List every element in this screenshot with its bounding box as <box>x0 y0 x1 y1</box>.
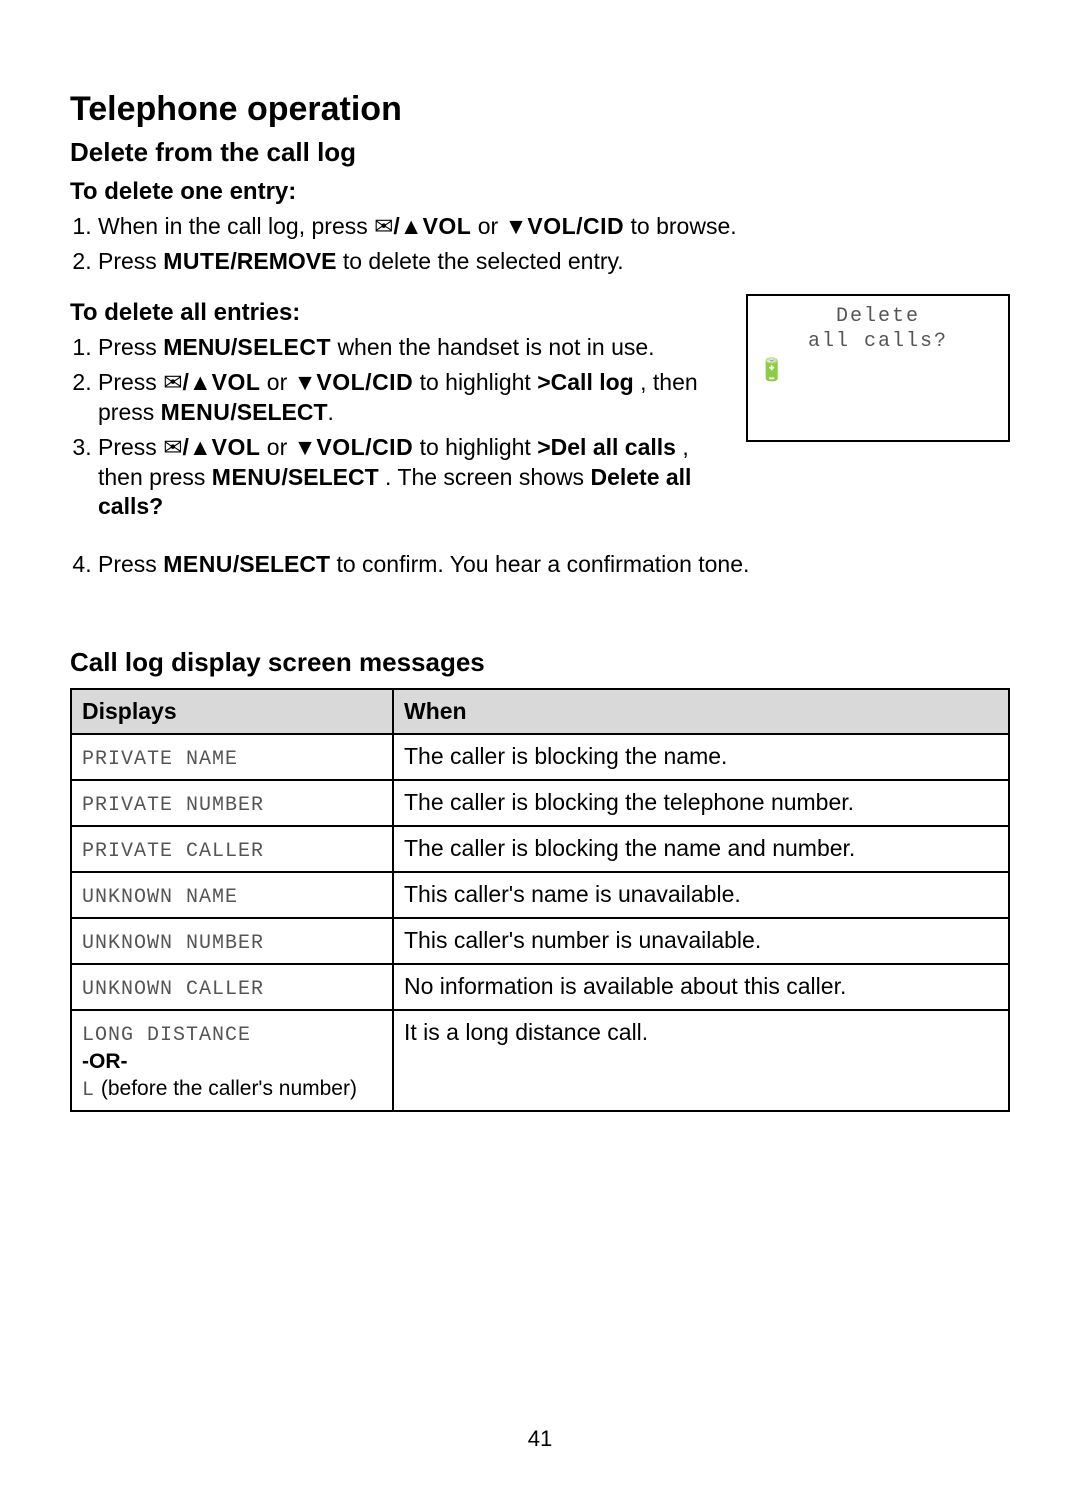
step: When in the call log, press ✉/▲VOL or ▼V… <box>98 212 1010 241</box>
display-value: UNKNOWN CALLER <box>82 978 264 1001</box>
steps-delete-all-cont: Press MENU/SELECT to confirm. You hear a… <box>70 550 1010 579</box>
text: Press <box>98 334 163 360</box>
when-value: This caller's name is unavailable. <box>393 872 1009 918</box>
text: When in the call log, press <box>98 213 374 239</box>
volcid-label: VOL/CID <box>316 434 413 460</box>
messages-table: Displays When PRIVATE NAME The caller is… <box>70 688 1010 1112</box>
key-mute-vol-up: ✉/▲VOL <box>374 213 471 239</box>
text: or <box>478 213 505 239</box>
volcid-label: VOL/CID <box>316 369 413 395</box>
table-row: PRIVATE CALLER The caller is blocking th… <box>71 826 1009 872</box>
key-mute-vol-up: ✉/▲VOL <box>163 369 260 395</box>
text: . The screen shows <box>385 464 590 490</box>
text: Press <box>98 369 163 395</box>
vol-label: VOL <box>212 369 261 395</box>
key-menu-select: MENU <box>163 551 233 577</box>
table-row: UNKNOWN CALLER No information is availab… <box>71 964 1009 1010</box>
key-vol-down-cid: ▼VOL/CID <box>294 369 414 395</box>
key-menu-select: MENU <box>161 399 231 425</box>
key-menu-select: /SELECT <box>230 399 327 425</box>
when-value: The caller is blocking the name. <box>393 734 1009 780</box>
key-mute-vol-up: ✉/▲VOL <box>163 434 260 460</box>
when-value: The caller is blocking the name and numb… <box>393 826 1009 872</box>
text: Press <box>98 248 163 274</box>
section-heading-messages: Call log display screen messages <box>70 647 1010 678</box>
display-value: LONG DISTANCE <box>82 1024 251 1047</box>
table-row: LONG DISTANCE -OR- L (before the caller'… <box>71 1010 1009 1111</box>
key-menu-select: SELECT <box>237 334 331 360</box>
vol-label: VOL <box>212 434 261 460</box>
key-vol-down-cid: ▼VOL/CID <box>294 434 414 460</box>
display-value: PRIVATE NUMBER <box>82 794 264 817</box>
volcid-label: VOL/CID <box>527 213 624 239</box>
display-value: UNKNOWN NUMBER <box>82 932 264 955</box>
text: . <box>328 399 334 425</box>
when-value: It is a long distance call. <box>393 1010 1009 1111</box>
table-row: UNKNOWN NUMBER This caller's number is u… <box>71 918 1009 964</box>
key-menu-select: /SELECT <box>282 464 379 490</box>
l-prefix: L <box>82 1079 95 1102</box>
subheading-delete-one: To delete one entry: <box>70 178 1010 206</box>
text: to delete the selected entry. <box>343 248 624 274</box>
step: Press MENU/SELECT when the handset is no… <box>98 333 718 362</box>
text: or <box>267 434 294 460</box>
l-note: (before the caller's number) <box>95 1077 357 1100</box>
subheading-delete-all: To delete all entries: <box>70 299 718 327</box>
step: Press ✉/▲VOL or ▼VOL/CID to highlight >C… <box>98 368 718 427</box>
or-text: -OR- <box>82 1050 128 1073</box>
page-title: Telephone operation <box>70 90 1010 129</box>
steps-delete-all: Press MENU/SELECT when the handset is no… <box>70 333 718 522</box>
when-value: This caller's number is unavailable. <box>393 918 1009 964</box>
key-menu-select: MENU <box>212 464 282 490</box>
key-menu-select: /SELECT <box>233 551 330 577</box>
text: when the handset is not in use. <box>337 334 654 360</box>
text: to highlight <box>420 369 538 395</box>
page-number: 41 <box>0 1426 1080 1452</box>
vol-label: VOL <box>423 213 472 239</box>
when-value: No information is available about this c… <box>393 964 1009 1010</box>
display-value: UNKNOWN NAME <box>82 886 238 909</box>
table-row: PRIVATE NUMBER The caller is blocking th… <box>71 780 1009 826</box>
text: Press <box>98 434 163 460</box>
manual-page: Telephone operation Delete from the call… <box>0 0 1080 1112</box>
step: Press MENU/SELECT to confirm. You hear a… <box>98 550 1010 579</box>
key-mute-remove: /REMOVE <box>230 248 336 274</box>
text: or <box>267 369 294 395</box>
lcd-line2: all calls? <box>758 329 998 354</box>
key-vol-down-cid: ▼VOL/CID <box>505 213 625 239</box>
highlight-target: >Del all calls <box>537 434 676 460</box>
display-value: PRIVATE NAME <box>82 748 238 771</box>
display-value: PRIVATE CALLER <box>82 840 264 863</box>
steps-delete-one: When in the call log, press ✉/▲VOL or ▼V… <box>70 212 1010 277</box>
text: to confirm. You hear a confirmation tone… <box>336 551 749 577</box>
table-row: PRIVATE NAME The caller is blocking the … <box>71 734 1009 780</box>
step: Press MUTE/REMOVE to delete the selected… <box>98 247 1010 276</box>
key-menu-select: MENU/ <box>163 334 237 360</box>
lcd-screen: Delete all calls? 🔋 <box>746 294 1010 442</box>
col-when: When <box>393 689 1009 734</box>
table-row: UNKNOWN NAME This caller's name is unava… <box>71 872 1009 918</box>
text: to highlight <box>420 434 538 460</box>
highlight-target: >Call log <box>537 369 634 395</box>
col-displays: Displays <box>71 689 393 734</box>
lcd-line1: Delete <box>758 304 998 329</box>
when-value: The caller is blocking the telephone num… <box>393 780 1009 826</box>
section-heading: Delete from the call log <box>70 137 1010 168</box>
step: Press ✉/▲VOL or ▼VOL/CID to highlight >D… <box>98 433 718 521</box>
text: Press <box>98 551 163 577</box>
battery-icon: 🔋 <box>758 358 785 384</box>
text: to browse. <box>631 213 737 239</box>
key-mute-remove: MUTE <box>163 248 230 274</box>
